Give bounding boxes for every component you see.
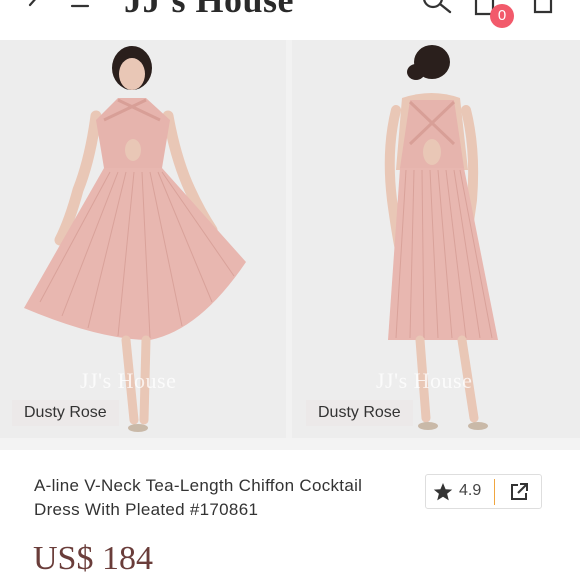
star-icon	[433, 483, 453, 501]
product-photo-front[interactable]: JJ's House Dusty Rose	[0, 40, 286, 438]
rating-separator	[494, 479, 495, 505]
rating-share-box: 4.9	[425, 474, 542, 509]
bag-icon[interactable]	[532, 0, 554, 18]
brand-logo[interactable]: JJ's House	[124, 0, 294, 18]
color-tag: Dusty Rose	[306, 400, 413, 426]
top-nav-bar: JJ's House 0	[0, 0, 580, 40]
share-icon[interactable]	[509, 482, 529, 502]
product-image-gallery: JJ's House Dusty Rose JJ's House Dusty R…	[0, 40, 580, 438]
search-icon[interactable]	[420, 0, 454, 18]
product-photo-back[interactable]: JJ's House Dusty Rose	[292, 40, 580, 438]
image-watermark: JJ's House	[376, 368, 473, 393]
product-info-panel: A-line V-Neck Tea-Length Chiffon Cocktai…	[0, 450, 580, 580]
image-watermark: JJ's House	[80, 368, 177, 393]
color-tag: Dusty Rose	[12, 400, 119, 426]
product-price: US$ 184	[33, 540, 153, 577]
product-title: A-line V-Neck Tea-Length Chiffon Cocktai…	[34, 476, 363, 519]
section-divider	[0, 438, 580, 450]
cart-count-badge[interactable]: 0	[490, 4, 514, 28]
back-icon[interactable]	[24, 0, 46, 16]
menu-icon[interactable]	[70, 0, 90, 12]
rating-value: 4.9	[459, 482, 482, 499]
